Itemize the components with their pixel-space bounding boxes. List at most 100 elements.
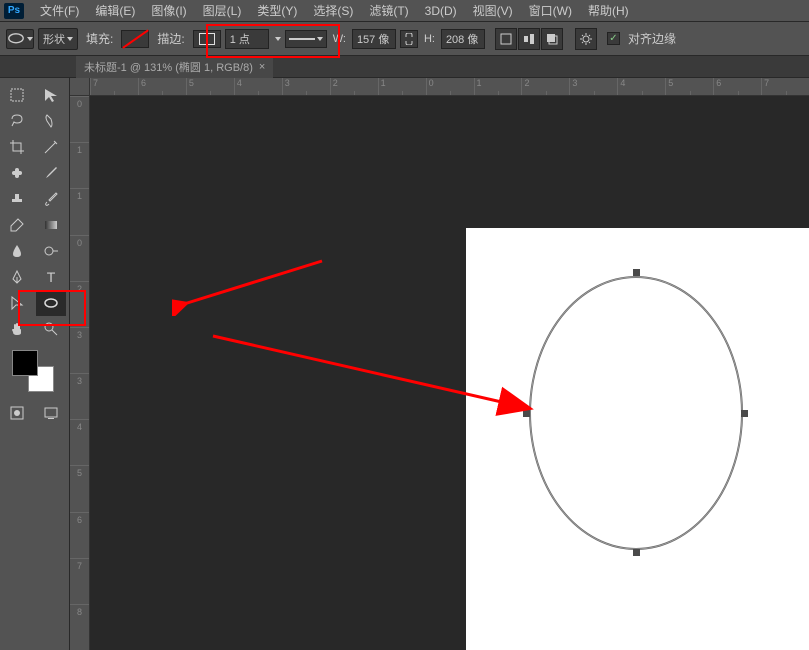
menu-select[interactable]: 选择(S) — [305, 0, 361, 21]
height-input[interactable] — [441, 29, 485, 49]
checkmark-icon: ✓ — [609, 33, 617, 44]
width-label: W: — [333, 33, 346, 45]
app-logo[interactable]: Ps — [4, 3, 24, 19]
menu-layer[interactable]: 图层(L) — [195, 0, 250, 21]
stamp-tool-icon[interactable] — [2, 186, 32, 212]
screenmode-icon[interactable] — [36, 400, 66, 426]
quickmask-icon[interactable] — [2, 400, 32, 426]
shape-options-gear-icon[interactable] — [575, 28, 597, 50]
ruler-vertical[interactable]: 0 1 1 0 2 3 3 4 5 6 7 8 — [70, 96, 90, 650]
active-tool-ellipse-icon[interactable] — [6, 29, 34, 49]
ruler-tick: 8 — [70, 604, 89, 650]
tab-close-icon[interactable]: × — [259, 61, 265, 73]
menu-type[interactable]: 类型(Y) — [249, 0, 305, 21]
align-edges-label: 对齐边缘 — [628, 30, 676, 47]
ruler-tick: 1 — [70, 188, 89, 234]
ruler-tick: 0 — [426, 78, 474, 95]
anchor-point[interactable] — [741, 410, 748, 417]
ruler-tick: 0 — [70, 96, 89, 142]
ellipse-shape-path[interactable] — [526, 272, 746, 554]
fill-swatch[interactable] — [121, 30, 149, 48]
toolbox: T — [0, 78, 70, 650]
fill-label: 填充: — [86, 30, 113, 47]
dodge-tool-icon[interactable] — [36, 238, 66, 264]
ruler-tick: 5 — [186, 78, 234, 95]
tool-preset-caret-icon — [27, 37, 33, 41]
stroke-line-icon — [289, 38, 315, 40]
zoom-tool-icon[interactable] — [36, 316, 66, 342]
stroke-swatch[interactable] — [193, 30, 221, 48]
ruler-tick: 4 — [234, 78, 282, 95]
path-align-button[interactable] — [518, 28, 540, 50]
crop-tool-icon[interactable] — [2, 134, 32, 160]
ruler-origin[interactable] — [70, 78, 90, 96]
ruler-tick: 2 — [70, 281, 89, 327]
menu-image[interactable]: 图像(I) — [143, 0, 194, 21]
menu-edit[interactable]: 编辑(E) — [87, 0, 143, 21]
ruler-tick: 6 — [138, 78, 186, 95]
marquee-tool-icon[interactable] — [2, 82, 32, 108]
svg-text:T: T — [47, 269, 56, 285]
history-brush-tool-icon[interactable] — [36, 186, 66, 212]
stroke-style-select[interactable] — [285, 30, 327, 48]
menu-window[interactable]: 窗口(W) — [521, 0, 580, 21]
caret-down-icon — [317, 37, 323, 41]
menu-3d[interactable]: 3D(D) — [417, 2, 465, 20]
canvas-area[interactable]: 7 6 5 4 3 2 1 0 1 2 3 4 5 6 7 0 1 1 0 2 … — [70, 78, 809, 650]
menu-view[interactable]: 视图(V) — [465, 0, 521, 21]
fg-color-swatch[interactable] — [12, 350, 38, 376]
caret-down-icon[interactable] — [275, 37, 281, 41]
ellipse-shape-tool-icon[interactable] — [36, 290, 66, 316]
color-swatches[interactable] — [12, 350, 54, 392]
healing-tool-icon[interactable] — [2, 160, 32, 186]
path-op-button[interactable] — [495, 28, 517, 50]
ruler-tick: 4 — [70, 419, 89, 465]
ruler-tick: 1 — [378, 78, 426, 95]
ruler-tick: 5 — [665, 78, 713, 95]
align-edges-checkbox[interactable]: ✓ — [607, 32, 620, 45]
hand-tool-icon[interactable] — [2, 316, 32, 342]
ruler-tick: 3 — [70, 327, 89, 373]
annotation-arrow — [172, 256, 332, 316]
link-wh-icon[interactable] — [400, 30, 418, 48]
move-tool-icon[interactable] — [36, 82, 66, 108]
brush-tool-icon[interactable] — [36, 160, 66, 186]
ruler-tick: 1 — [474, 78, 522, 95]
ruler-tick: 3 — [282, 78, 330, 95]
ruler-tick: 6 — [70, 512, 89, 558]
menu-help[interactable]: 帮助(H) — [580, 0, 637, 21]
ruler-tick: 7 — [70, 558, 89, 604]
path-arrange-button[interactable] — [541, 28, 563, 50]
type-tool-icon[interactable]: T — [36, 264, 66, 290]
eraser-tool-icon[interactable] — [2, 212, 32, 238]
menu-file[interactable]: 文件(F) — [32, 0, 87, 21]
document-tab[interactable]: 未标题-1 @ 131% (椭圆 1, RGB/8) × — [76, 56, 273, 78]
path-select-tool-icon[interactable] — [2, 290, 32, 316]
gradient-tool-icon[interactable] — [36, 212, 66, 238]
ruler-tick: 5 — [70, 465, 89, 511]
quick-select-tool-icon[interactable] — [36, 108, 66, 134]
menu-filter[interactable]: 滤镜(T) — [361, 0, 416, 21]
pen-tool-icon[interactable] — [2, 264, 32, 290]
anchor-point[interactable] — [633, 549, 640, 556]
ruler-tick: 7 — [90, 78, 138, 95]
stroke-width-input[interactable] — [225, 29, 269, 49]
blur-tool-icon[interactable] — [2, 238, 32, 264]
ruler-tick: 0 — [70, 235, 89, 281]
tool-mode-select[interactable]: 形状 — [38, 28, 78, 50]
anchor-point[interactable] — [633, 269, 640, 276]
height-label: H: — [424, 33, 435, 45]
tool-mode-label: 形状 — [43, 31, 65, 47]
lasso-tool-icon[interactable] — [2, 108, 32, 134]
anchor-point[interactable] — [523, 410, 530, 417]
ruler-tick: 3 — [569, 78, 617, 95]
stroke-label: 描边: — [157, 30, 184, 47]
width-input[interactable] — [352, 29, 396, 49]
ruler-horizontal[interactable]: 7 6 5 4 3 2 1 0 1 2 3 4 5 6 7 — [90, 78, 809, 96]
caret-down-icon — [67, 37, 73, 41]
ruler-tick: 2 — [521, 78, 569, 95]
ruler-tick: 4 — [617, 78, 665, 95]
eyedropper-tool-icon[interactable] — [36, 134, 66, 160]
ruler-tick: 1 — [70, 142, 89, 188]
ruler-tick: 7 — [761, 78, 809, 95]
